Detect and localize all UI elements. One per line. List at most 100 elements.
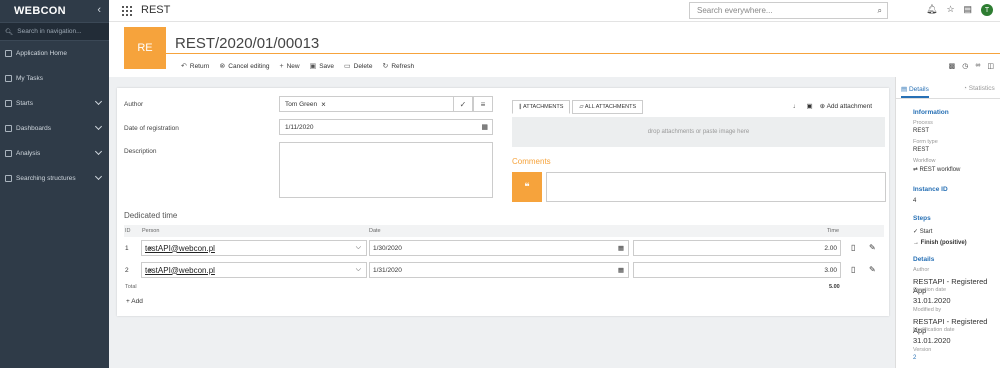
save-button[interactable]: ▣ Save — [310, 62, 334, 71]
nav-item-application-home[interactable]: Application Home — [0, 41, 109, 66]
tab-all-attachments[interactable]: ▱ ALL ATTACHMENTS — [572, 100, 644, 114]
modified-by-label: Modified by — [913, 307, 942, 313]
toolbar: ↶ Return ⊗ Cancel editing + New ▣ Save ▭ Dele… — [181, 62, 415, 71]
microphone-icon[interactable]: ♩ — [793, 103, 800, 110]
refresh-icon: ↻ — [382, 63, 389, 70]
time-field[interactable]: 2.00 — [633, 240, 841, 256]
person-field[interactable]: testAPI@webcon.pl × ⌵ — [141, 240, 367, 256]
edit-row-icon[interactable]: ✎ — [869, 265, 876, 274]
person-field[interactable]: testAPI@webcon.pl × ⌵ — [141, 262, 367, 278]
calendar-icon[interactable]: ▦ — [618, 244, 624, 252]
person-link[interactable]: testAPI@webcon.pl — [145, 244, 215, 253]
nav-item-label: Analysis — [16, 150, 41, 157]
navigation-search-placeholder: Search in navigation... — [17, 28, 82, 35]
cancel-label: Cancel editing — [228, 62, 270, 70]
row-id: 2 — [125, 267, 129, 274]
document-header: RE REST/2020/01/00013 ↶ Return ⊗ Cancel ed… — [109, 22, 1000, 77]
user-avatar[interactable]: T — [981, 4, 994, 16]
refresh-label: Refresh — [391, 62, 415, 70]
link-icon[interactable]: ∞ — [975, 62, 980, 70]
attachment-tabs: ∥ ATTACHMENTS ▱ ALL ATTACHMENTS — [512, 100, 644, 114]
column-id: ID — [125, 228, 131, 234]
cancel-editing-button[interactable]: ⊗ Cancel editing — [219, 62, 270, 71]
remove-person-icon[interactable]: × — [148, 266, 153, 275]
form-type-value: REST — [913, 147, 930, 153]
date-field[interactable]: 1/30/2020 ▦ — [369, 240, 629, 256]
details-icon: ▤ — [901, 86, 909, 93]
calendar-icon[interactable]: ▦ — [618, 266, 624, 274]
column-date: Date — [369, 228, 381, 234]
form-card: Author Tom Green × ✓ ≡ Date of registrat… — [117, 88, 889, 316]
person-link[interactable]: testAPI@webcon.pl — [145, 266, 215, 275]
nav-item-searching-structures[interactable]: Searching structures — [0, 166, 109, 191]
webcon-logo[interactable]: WEBCON — [14, 5, 66, 17]
header-divider — [166, 53, 1000, 54]
confirm-author-button[interactable]: ✓ — [453, 96, 473, 112]
refresh-button[interactable]: ↻ Refresh — [382, 62, 415, 71]
top-bar: REST Search everywhere... ⌕ 🔔︎ ☆ ▤ T — [109, 0, 1000, 22]
tab-details-label: Details — [908, 86, 929, 93]
row-id: 1 — [125, 245, 129, 252]
nav-item-starts[interactable]: Starts — [0, 91, 109, 116]
check-icon: ✓ — [459, 99, 467, 109]
star-icon[interactable]: ☆ — [946, 4, 954, 16]
date-of-registration-label: Date of registration — [124, 125, 179, 132]
tab-statistics-label: Statistics — [968, 85, 995, 92]
new-label: New — [286, 62, 300, 70]
return-label: Return — [189, 62, 210, 70]
search-icon[interactable]: ⌕ — [878, 6, 882, 16]
comment-icon: ❝ — [512, 172, 542, 202]
edit-row-icon[interactable]: ✎ — [869, 243, 876, 252]
dedicated-time-heading: Dedicated time — [124, 211, 178, 220]
date-of-registration-field[interactable]: 1/11/2020 ▦ — [279, 119, 493, 135]
camera-icon[interactable]: ▣ — [807, 102, 813, 110]
collapse-sidebar-icon[interactable]: ‹ — [97, 4, 101, 16]
add-row-label: Add — [131, 298, 143, 305]
nav-item-label: My Tasks — [16, 75, 43, 82]
creation-date-label: Creation date — [913, 287, 947, 293]
attachment-drop-zone[interactable]: drop attachments or paste image here — [512, 117, 885, 147]
new-button[interactable]: + New — [279, 62, 299, 70]
chevron-down-icon — [94, 147, 103, 156]
layout-icon[interactable]: ◫ — [987, 62, 994, 70]
tab-details[interactable]: ▤ Details — [901, 85, 929, 98]
date-field[interactable]: 1/31/2020 ▦ — [369, 262, 629, 278]
excel-icon[interactable]: ▩ — [949, 62, 956, 70]
chevron-down-icon[interactable]: ⌵ — [356, 244, 361, 252]
grid-total-row: Total 5.00 — [124, 281, 884, 293]
tab-statistics[interactable]: ◔ Statistics — [963, 85, 995, 92]
time-field[interactable]: 3.00 — [633, 262, 841, 278]
calendar-icon[interactable]: ▦ — [481, 123, 488, 131]
nav-item-dashboards[interactable]: Dashboards — [0, 116, 109, 141]
comment-input[interactable] — [546, 172, 886, 202]
chevron-down-icon[interactable]: ⌵ — [356, 266, 361, 274]
total-value: 5.00 — [829, 284, 840, 290]
trash-icon[interactable]: ▯ — [851, 265, 855, 274]
document-title: REST/2020/01/00013 — [175, 35, 320, 52]
author-list-button[interactable]: ≡ — [473, 96, 493, 112]
bell-icon[interactable]: 🔔︎ — [926, 4, 937, 16]
time-value: 3.00 — [824, 266, 837, 274]
details-heading: Details — [913, 256, 935, 263]
report-icon[interactable]: ▤ — [964, 4, 973, 16]
author-field[interactable]: Tom Green × — [279, 96, 454, 112]
nav-item-analysis[interactable]: Analysis — [0, 141, 109, 166]
remove-person-icon[interactable]: × — [148, 244, 153, 253]
delete-button[interactable]: ▭ Delete — [344, 62, 372, 71]
trash-icon[interactable]: ▯ — [851, 243, 855, 252]
return-button[interactable]: ↶ Return — [181, 62, 210, 71]
add-attachment-button[interactable]: ⊕ Add attachment — [820, 102, 872, 110]
add-row-button[interactable]: + Add — [126, 298, 143, 305]
plus-icon: + — [279, 62, 284, 70]
description-textarea[interactable] — [279, 142, 493, 198]
tab-attachments[interactable]: ∥ ATTACHMENTS — [512, 100, 571, 114]
remove-author-icon[interactable]: × — [321, 100, 326, 109]
navigation-search-input[interactable]: 🔍︎ Search in navigation... — [0, 22, 109, 41]
tasks-icon — [5, 75, 12, 82]
nav-item-my-tasks[interactable]: My Tasks — [0, 66, 109, 91]
app-launcher-icon[interactable] — [122, 6, 132, 16]
history-icon[interactable]: ◷ — [962, 62, 968, 70]
global-search-input[interactable]: Search everywhere... ⌕ — [689, 2, 888, 19]
app-title: REST — [141, 4, 171, 16]
step-finish: → Finish (positive) — [913, 240, 967, 246]
